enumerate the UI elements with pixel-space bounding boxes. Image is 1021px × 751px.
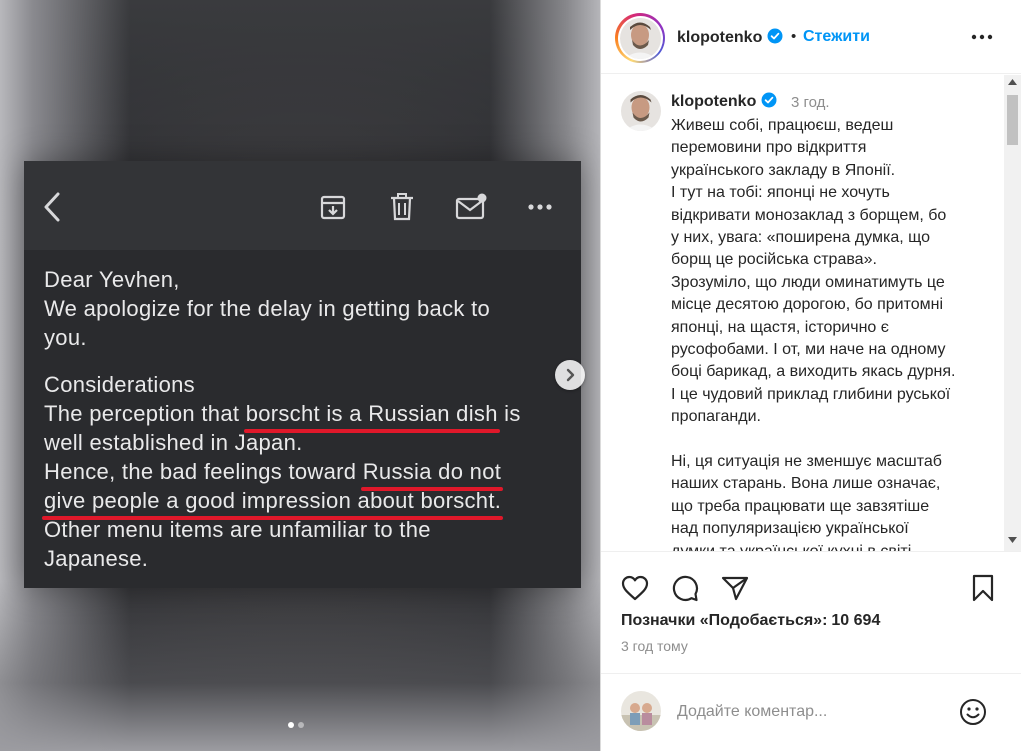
- caption-avatar[interactable]: [621, 91, 661, 131]
- caption-line: І тут на тобі: японці не хочуть: [671, 184, 890, 202]
- header-username[interactable]: klopotenko: [677, 28, 783, 47]
- caption-line: Живеш собі, працюєш, ведеш: [671, 117, 894, 134]
- bookmark-icon[interactable]: [967, 572, 999, 604]
- more-options-icon[interactable]: [967, 24, 997, 50]
- action-bar: [601, 551, 1021, 621]
- more-icon: [526, 191, 554, 223]
- caption-line: над популяризацією української: [671, 520, 909, 538]
- next-slide-button[interactable]: [555, 360, 585, 390]
- heart-icon[interactable]: [619, 572, 651, 604]
- carousel-dot[interactable]: [288, 722, 294, 728]
- back-icon: [38, 191, 66, 223]
- carousel-dots: [288, 722, 304, 728]
- caption-username[interactable]: klopotenko: [671, 92, 777, 111]
- caption-line: пропаганди.: [671, 408, 761, 426]
- post-timestamp[interactable]: 3 год тому: [621, 638, 688, 654]
- caption-line: Ні, ця ситуація не зменшує масштаб: [671, 453, 942, 471]
- verified-icon: [761, 92, 777, 108]
- post-header: klopotenko • Стежити: [601, 0, 1021, 74]
- caption-line: що треба працювати ще завзятіше: [671, 497, 930, 515]
- caption-line: японці, на щастя, історично є: [671, 318, 889, 336]
- trash-icon: [387, 191, 417, 223]
- caption-line: І це чудовий приклад глибини руської: [671, 385, 951, 403]
- post-sidebar: klopotenko • Стежити klopotenko 3 год. Ж…: [600, 0, 1021, 751]
- underlined-phrase: give people a good impression about bors…: [41, 488, 504, 520]
- comments-scrollbar[interactable]: [1004, 75, 1021, 551]
- share-icon[interactable]: [719, 572, 751, 604]
- likes-count[interactable]: Позначки «Подобається»: 10 694: [621, 612, 880, 630]
- carousel-dot[interactable]: [298, 722, 304, 728]
- post-media: Dear Yevhen, We apologize for the delay …: [0, 0, 600, 751]
- user-avatar: [621, 691, 661, 731]
- chevron-right-icon: [566, 368, 575, 382]
- follow-button[interactable]: Стежити: [803, 28, 870, 46]
- email-toolbar: [24, 161, 581, 250]
- caption-line: боці барикад, а виходить якась дурня.: [671, 363, 956, 381]
- comments-area[interactable]: klopotenko 3 год. Живеш собі, працюєш, в…: [601, 75, 1006, 551]
- email-body: Dear Yevhen, We apologize for the delay …: [41, 265, 569, 573]
- email-considerations: Considerations: [44, 372, 195, 397]
- avatar[interactable]: [615, 13, 665, 63]
- email-line: We apologize for the delay in getting ba…: [44, 296, 491, 321]
- comment-input[interactable]: [677, 699, 947, 725]
- separator-bullet: •: [791, 28, 797, 45]
- scroll-up-icon[interactable]: [1004, 79, 1021, 89]
- scroll-thumb[interactable]: [1007, 95, 1018, 145]
- caption-line: місце десятою дорогою, бо притомні: [671, 296, 944, 314]
- caption-time[interactable]: 3 год.: [791, 94, 830, 111]
- email-line: The perception that borscht is a Russian…: [44, 401, 521, 433]
- scroll-down-icon[interactable]: [1004, 537, 1021, 547]
- comment-icon[interactable]: [669, 572, 701, 604]
- email-greeting: Dear Yevhen,: [44, 267, 180, 292]
- archive-icon: [318, 191, 348, 223]
- verified-icon: [767, 28, 783, 44]
- caption-line: українського закладу в Японії.: [671, 161, 896, 179]
- email-screenshot: Dear Yevhen, We apologize for the delay …: [24, 161, 581, 588]
- email-line: Hence, the bad feelings toward Russia do…: [44, 459, 504, 491]
- caption-line: перемовини про відкриття: [671, 139, 867, 157]
- caption-line: відкривати монозаклад з борщем, бо: [671, 206, 947, 224]
- emoji-icon[interactable]: [957, 696, 989, 728]
- caption-line: русофобами. І от, ми наче на одному: [671, 341, 946, 359]
- caption-line: думки та української кухні в світі.: [671, 541, 989, 551]
- underlined-phrase: borscht is a Russian dish: [243, 401, 500, 433]
- caption-text: Живеш собі, працюєш, ведеш перемовини пр…: [671, 115, 989, 551]
- caption-line: борщ це російська страва».: [671, 251, 877, 269]
- caption-line: у них, увага: «поширена думка, що: [671, 229, 930, 247]
- underlined-phrase: Russia do not: [360, 459, 504, 491]
- caption-line: Зрозуміло, що люди оминатимуть це: [671, 273, 945, 291]
- add-comment-section: [601, 673, 1021, 751]
- email-line: you.: [44, 325, 87, 350]
- mail-icon: [454, 191, 488, 223]
- email-line: give people a good impression about bors…: [41, 486, 569, 520]
- email-line: Japanese.: [44, 546, 149, 571]
- caption-line: наших старань. Вона лише означає,: [671, 475, 941, 493]
